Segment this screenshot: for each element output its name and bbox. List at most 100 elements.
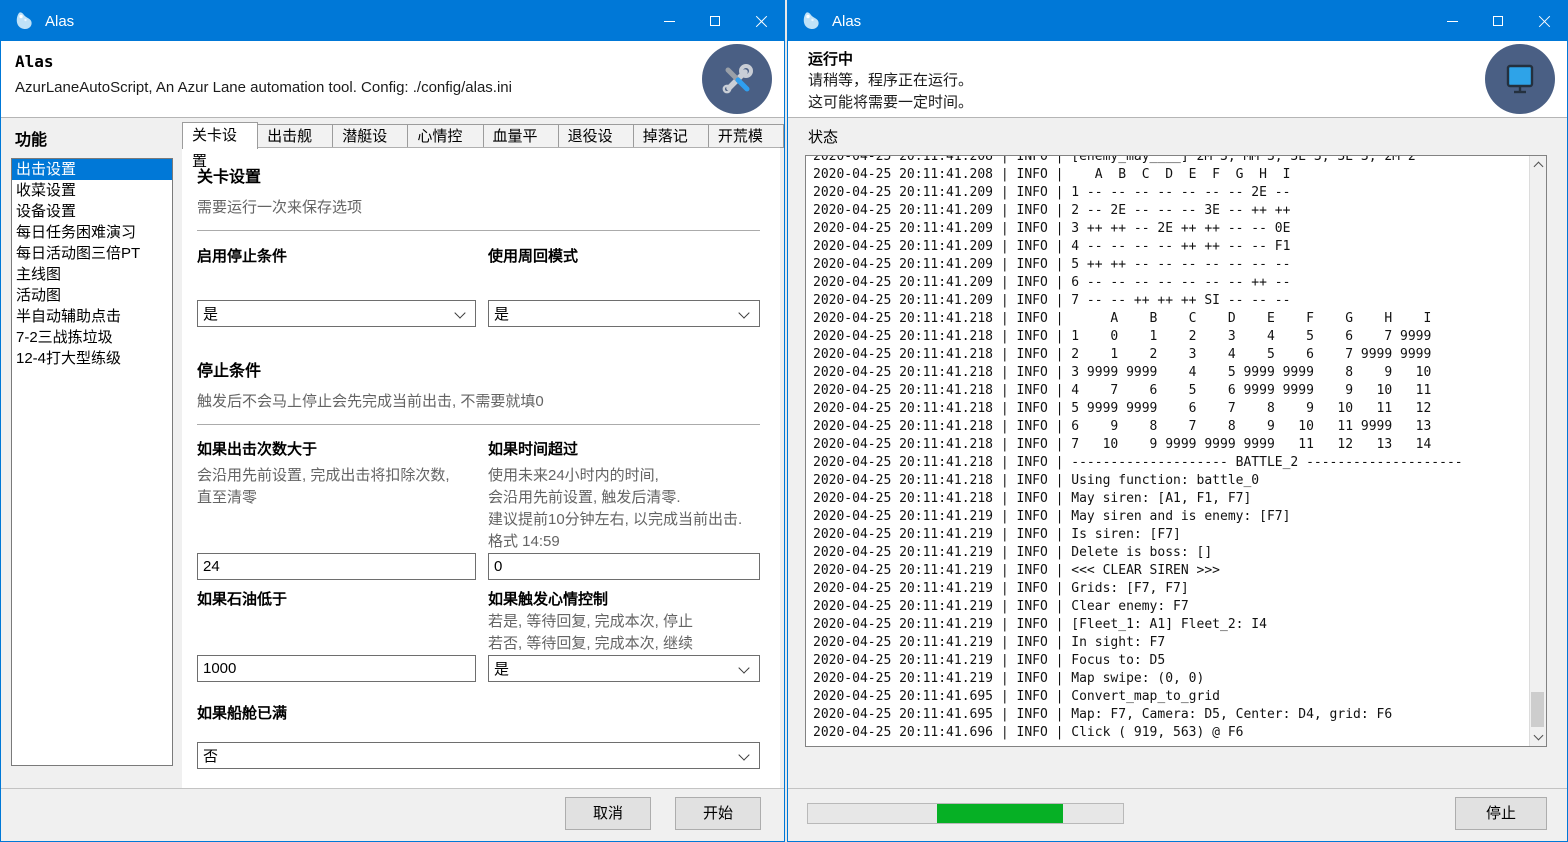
divider bbox=[197, 230, 760, 231]
log-line: 2020-04-25 20:11:41.218 | INFO | 7 10 9 … bbox=[813, 436, 1528, 454]
log-line: 2020-04-25 20:11:41.219 | INFO | <<< CLE… bbox=[813, 562, 1528, 580]
scrollbar-thumb[interactable] bbox=[1531, 692, 1544, 727]
log-line: 2020-04-25 20:11:41.219 | INFO | [Fleet_… bbox=[813, 616, 1528, 634]
tabstrip: 关卡设置出击舰队潜艇设置心情控制血量平衡退役设置掉落记录开荒模式 bbox=[182, 122, 784, 148]
log-line: 2020-04-25 20:11:41.218 | INFO | 5 9999 … bbox=[813, 400, 1528, 418]
if-emotion-select[interactable]: 是 bbox=[488, 655, 760, 682]
log-line: 2020-04-25 20:11:41.695 | INFO | Map: F7… bbox=[813, 706, 1528, 724]
maximize-button[interactable] bbox=[1475, 1, 1521, 41]
tab-6[interactable]: 退役设置 bbox=[559, 124, 634, 148]
tab-2[interactable]: 出击舰队 bbox=[258, 124, 333, 148]
sidebar-item[interactable]: 12-4打大型练级 bbox=[12, 348, 172, 369]
chevron-up-icon bbox=[1533, 162, 1543, 172]
tab-1[interactable]: 关卡设置 bbox=[182, 122, 258, 149]
start-button[interactable]: 开始 bbox=[675, 797, 761, 830]
enable-stop-select[interactable]: 是 bbox=[197, 300, 476, 327]
log-line: 2020-04-25 20:11:41.209 | INFO | 3 ++ ++… bbox=[813, 220, 1528, 238]
settings-footer: 取消 开始 bbox=[1, 788, 784, 841]
log-line: 2020-04-25 20:11:41.218 | INFO | 3 9999 … bbox=[813, 364, 1528, 382]
log-line: 2020-04-25 20:11:41.695 | INFO | Convert… bbox=[813, 688, 1528, 706]
run-status-line2: 这可能将需要一定时间。 bbox=[808, 91, 973, 112]
close-button[interactable] bbox=[738, 1, 784, 41]
scroll-up-button[interactable] bbox=[1530, 156, 1546, 173]
sidebar-item[interactable]: 半自动辅助点击 bbox=[12, 306, 172, 327]
titlebar[interactable]: Alas bbox=[788, 1, 1567, 41]
log-line: 2020-04-25 20:11:41.219 | INFO | Grids: … bbox=[813, 580, 1528, 598]
sidebar-heading: 功能 bbox=[15, 126, 47, 150]
sidebar-item[interactable]: 收菜设置 bbox=[12, 180, 172, 201]
if-count-desc: 会沿用先前设置, 完成出击将扣除次数, 直至清零 bbox=[197, 465, 476, 509]
chevron-down-icon bbox=[738, 749, 749, 760]
progress-bar bbox=[807, 803, 1124, 824]
maximize-icon bbox=[710, 16, 720, 26]
sidebar-item[interactable]: 出击设置 bbox=[12, 159, 172, 180]
loop-mode-label: 使用周回模式 bbox=[488, 245, 760, 266]
tab-5[interactable]: 血量平衡 bbox=[484, 124, 559, 148]
log-line: 2020-04-25 20:11:41.218 | INFO | 6 9 8 7… bbox=[813, 418, 1528, 436]
tab-4[interactable]: 心情控制 bbox=[408, 124, 483, 148]
if-count-input[interactable] bbox=[197, 553, 476, 580]
window-title: Alas bbox=[832, 13, 861, 30]
close-button[interactable] bbox=[1521, 1, 1567, 41]
log-line: 2020-04-25 20:11:41.209 | INFO | 6 -- --… bbox=[813, 274, 1528, 292]
if-oil-input[interactable] bbox=[197, 655, 476, 682]
log-line: 2020-04-25 20:11:41.218 | INFO | May sir… bbox=[813, 490, 1528, 508]
running-window: Alas 运行中 请稍等，程序正在运行。 这可能将需要一定时间。 状态 bbox=[787, 0, 1568, 842]
sidebar-list[interactable]: 出击设置收菜设置设备设置每日任务困难演习每日活动图三倍PT主线图活动图半自动辅助… bbox=[11, 158, 173, 766]
log-scrollbar[interactable] bbox=[1529, 156, 1546, 746]
settings-window: Alas Alas AzurLaneAutoScript, An Azur La… bbox=[0, 0, 785, 842]
if-time-desc: 使用未来24小时内的时间, 会沿用先前设置, 触发后清零. 建议提前10分钟左右… bbox=[488, 465, 760, 553]
form-subtitle: 需要运行一次来保存选项 bbox=[197, 196, 760, 217]
stop-section-title: 停止条件 bbox=[197, 357, 760, 381]
minimize-icon bbox=[1447, 21, 1458, 22]
maximize-button[interactable] bbox=[692, 1, 738, 41]
alas-logo-icon bbox=[12, 9, 36, 33]
close-icon bbox=[1538, 15, 1551, 28]
tab-7[interactable]: 掉落记录 bbox=[634, 124, 709, 148]
log-line: 2020-04-25 20:11:41.219 | INFO | Map swi… bbox=[813, 670, 1528, 688]
log-line: 2020-04-25 20:11:41.219 | INFO | Delete … bbox=[813, 544, 1528, 562]
if-time-input[interactable] bbox=[488, 553, 760, 580]
settings-body: 功能 出击设置收菜设置设备设置每日任务困难演习每日活动图三倍PT主线图活动图半自… bbox=[1, 118, 784, 788]
cancel-button[interactable]: 取消 bbox=[565, 797, 651, 830]
app-header: Alas AzurLaneAutoScript, An Azur Lane au… bbox=[1, 41, 784, 118]
titlebar[interactable]: Alas bbox=[1, 1, 784, 41]
log-line: 2020-04-25 20:11:41.219 | INFO | Is sire… bbox=[813, 526, 1528, 544]
stop-button[interactable]: 停止 bbox=[1455, 797, 1547, 830]
sidebar-item[interactable]: 设备设置 bbox=[12, 201, 172, 222]
desktop: Alas Alas AzurLaneAutoScript, An Azur La… bbox=[0, 0, 1568, 842]
log-line: 2020-04-25 20:11:41.219 | INFO | Clear e… bbox=[813, 598, 1528, 616]
alas-logo-icon bbox=[799, 9, 823, 33]
log-line: 2020-04-25 20:11:41.209 | INFO | 1 -- --… bbox=[813, 184, 1528, 202]
log-line: 2020-04-25 20:11:41.209 | INFO | 4 -- --… bbox=[813, 238, 1528, 256]
loop-mode-select[interactable]: 是 bbox=[488, 300, 760, 327]
enable-stop-value: 是 bbox=[203, 303, 218, 324]
minimize-button[interactable] bbox=[1429, 1, 1475, 41]
sidebar-item[interactable]: 7-2三战拣垃圾 bbox=[12, 327, 172, 348]
tab-3[interactable]: 潜艇设置 bbox=[333, 124, 408, 148]
sidebar-item[interactable]: 主线图 bbox=[12, 264, 172, 285]
log-output[interactable]: 2020-04-25 20:11:41.208 | INFO | [enemy_… bbox=[805, 155, 1547, 747]
if-dock-full-value: 否 bbox=[203, 745, 218, 766]
scroll-down-button[interactable] bbox=[1530, 729, 1546, 746]
tools-icon-circle bbox=[702, 44, 772, 114]
if-time-label: 如果时间超过 bbox=[488, 438, 760, 459]
if-emotion-label: 如果触发心情控制 bbox=[488, 588, 760, 609]
log-line: 2020-04-25 20:11:41.218 | INFO | 1 0 1 2… bbox=[813, 328, 1528, 346]
sidebar-item[interactable]: 活动图 bbox=[12, 285, 172, 306]
form-title: 关卡设置 bbox=[197, 163, 760, 187]
if-emotion-desc: 若是, 等待回复, 完成本次, 停止 若否, 等待回复, 完成本次, 继续 bbox=[488, 611, 760, 655]
stop-section-subtitle: 触发后不会马上停止会先完成当前出击, 不需要就填0 bbox=[197, 390, 760, 411]
tab-8[interactable]: 开荒模式 bbox=[709, 124, 784, 148]
log-line: 2020-04-25 20:11:41.219 | INFO | Focus t… bbox=[813, 652, 1528, 670]
chevron-down-icon bbox=[738, 662, 749, 673]
sidebar-item[interactable]: 每日任务困难演习 bbox=[12, 222, 172, 243]
if-dock-full-select[interactable]: 否 bbox=[197, 742, 760, 769]
minimize-button[interactable] bbox=[646, 1, 692, 41]
window-title: Alas bbox=[45, 13, 74, 30]
log-line: 2020-04-25 20:11:41.209 | INFO | 7 -- --… bbox=[813, 292, 1528, 310]
log-lines: 2020-04-25 20:11:41.208 | INFO | [enemy_… bbox=[813, 155, 1528, 742]
log-line: 2020-04-25 20:11:41.208 | INFO | A B C D… bbox=[813, 166, 1528, 184]
if-count-label: 如果出击次数大于 bbox=[197, 438, 476, 459]
sidebar-item[interactable]: 每日活动图三倍PT bbox=[12, 243, 172, 264]
